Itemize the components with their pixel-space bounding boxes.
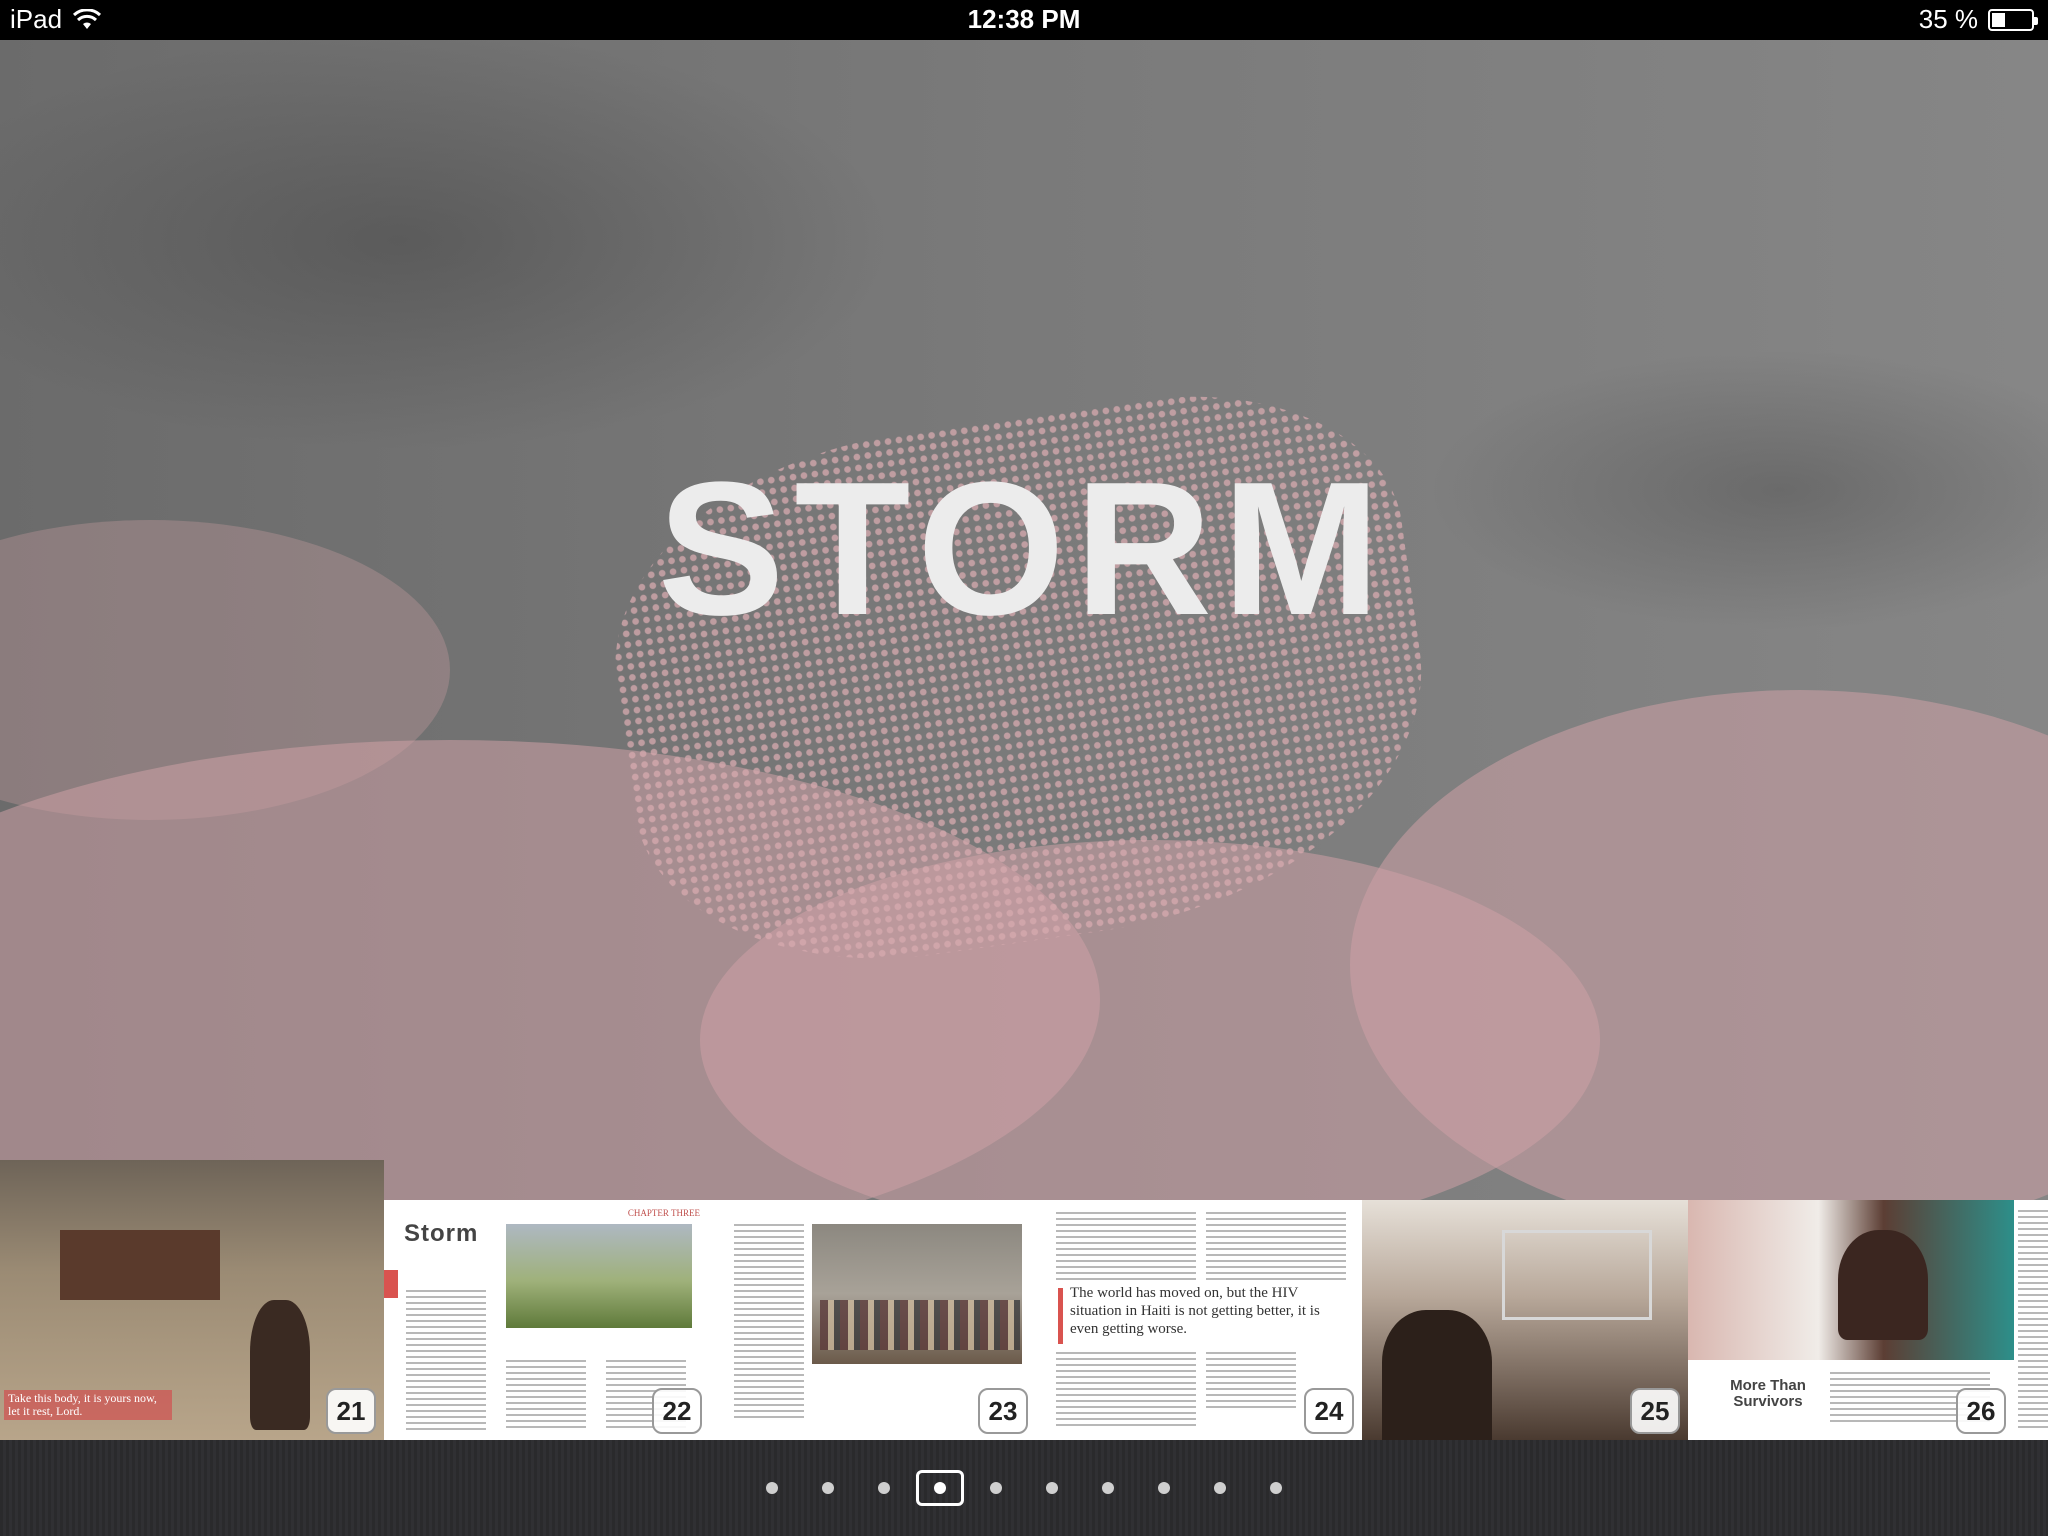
page-dot-mark xyxy=(934,1482,946,1494)
thumbnail-page-23[interactable]: 23 xyxy=(710,1200,1036,1440)
thumbnail-page-number: 21 xyxy=(326,1388,376,1434)
thumbnail-text xyxy=(1056,1352,1196,1428)
page-dot[interactable] xyxy=(744,1468,800,1508)
thumbnail-page-25[interactable]: 25 xyxy=(1362,1200,1688,1440)
thumbnail-page-22[interactable]: Storm CHAPTER THREE 22 xyxy=(384,1200,710,1440)
page-thumbnail-strip[interactable]: Take this body, it is yours now, let it … xyxy=(0,1160,2048,1440)
page-dot-mark xyxy=(1102,1482,1114,1494)
page-dot[interactable] xyxy=(968,1468,1024,1508)
thumbnail-photo xyxy=(1382,1310,1492,1440)
thumbnail-page-number: 23 xyxy=(978,1388,1028,1434)
thumbnail-heading: Storm xyxy=(404,1220,479,1247)
thumbnail-page-number: 22 xyxy=(652,1388,702,1434)
thumbnail-caption: Take this body, it is yours now, let it … xyxy=(4,1390,172,1420)
page-dot[interactable] xyxy=(1136,1468,1192,1508)
thumbnail-photo xyxy=(250,1300,310,1430)
status-right: 35 % xyxy=(1918,4,2038,35)
page-dot[interactable] xyxy=(800,1468,856,1508)
thumbnail-text xyxy=(1206,1212,1346,1282)
page-dots xyxy=(0,1468,2048,1508)
thumbnail-page-number: 26 xyxy=(1956,1388,2006,1434)
page-dot-mark xyxy=(1214,1482,1226,1494)
thumbnail-photo xyxy=(1502,1230,1652,1320)
battery-icon xyxy=(1988,8,2038,31)
page-dot-mark xyxy=(1158,1482,1170,1494)
thumbnail-page-24[interactable]: The world has moved on, but the HIV situ… xyxy=(1036,1200,1362,1440)
thumbnail-chapter: CHAPTER THREE xyxy=(627,1208,700,1218)
battery-fill xyxy=(1992,12,2005,27)
thumbnail-text xyxy=(2018,1210,2048,1430)
thumbnail-text xyxy=(1056,1212,1196,1282)
page-dot-mark xyxy=(878,1482,890,1494)
thumbnail-text xyxy=(734,1224,804,1420)
clock: 12:38 PM xyxy=(967,4,1081,34)
red-rule xyxy=(384,1270,398,1298)
texture-cloud xyxy=(1350,690,2048,1200)
thumbnail-text xyxy=(406,1290,486,1430)
thumbnail-page-26[interactable]: More Than Survivors 26 xyxy=(1688,1200,2048,1440)
page-dot[interactable] xyxy=(1192,1468,1248,1508)
page-dot-mark xyxy=(990,1482,1002,1494)
thumbnail-text xyxy=(506,1360,586,1430)
magazine-page[interactable]: STORM xyxy=(0,40,2048,1200)
page-dot[interactable] xyxy=(1248,1468,1304,1508)
thumbnail-photo xyxy=(1838,1230,1928,1340)
page-dot[interactable] xyxy=(856,1468,912,1508)
status-bar: iPad 12:38 PM 35 % xyxy=(0,0,2048,40)
page-indicator-bar xyxy=(0,1440,2048,1536)
red-rule xyxy=(1058,1288,1063,1344)
thumbnail-quote: The world has moved on, but the HIV situ… xyxy=(1070,1285,1320,1337)
page-dot-mark xyxy=(766,1482,778,1494)
thumbnail-heading: More Than Survivors xyxy=(1730,1377,1806,1410)
page-title: STORM xyxy=(657,443,1391,655)
thumbnail-photo xyxy=(820,1300,1020,1350)
page-dot-mark xyxy=(822,1482,834,1494)
page-dot-mark xyxy=(1270,1482,1282,1494)
page-dot[interactable] xyxy=(1024,1468,1080,1508)
page-dot[interactable] xyxy=(1080,1468,1136,1508)
battery-percent: 35 % xyxy=(1918,4,1978,34)
thumbnail-photo xyxy=(60,1230,220,1300)
thumbnail-photo xyxy=(506,1224,692,1328)
thumbnail-page-number: 24 xyxy=(1304,1388,1354,1434)
page-dot-active[interactable] xyxy=(916,1470,964,1506)
thumbnail-page-number: 25 xyxy=(1630,1388,1680,1434)
thumbnail-text xyxy=(1206,1352,1296,1412)
thumbnail-page-21[interactable]: Take this body, it is yours now, let it … xyxy=(0,1160,384,1440)
page-dot-mark xyxy=(1046,1482,1058,1494)
